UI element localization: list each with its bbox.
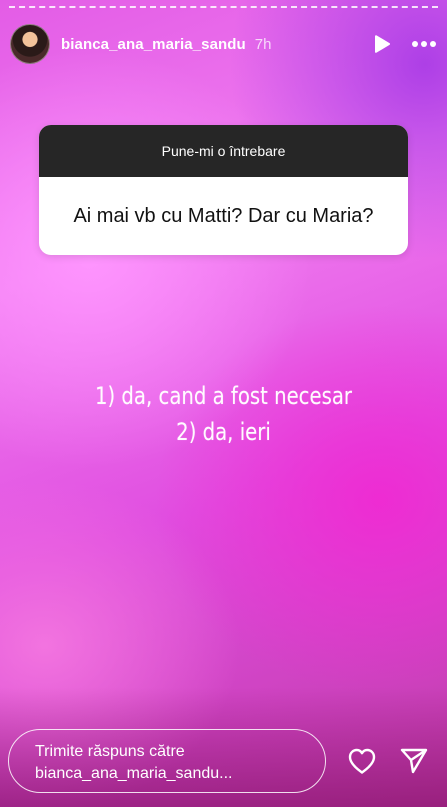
post-time: 7h [254, 35, 272, 53]
question-sticker-title: Pune-mi o întrebare [39, 125, 408, 177]
answer-line-1: 1) da, cand a fost necesar [94, 382, 353, 410]
reply-placeholder-line-1: Trimite răspuns către [35, 743, 185, 760]
story-header: bianca_ana_maria_sandu 7h [10, 20, 437, 68]
profile-avatar[interactable] [10, 24, 50, 64]
answer-text: 1) da, cand a fost necesar 2) da, ieri [40, 378, 407, 450]
username[interactable]: bianca_ana_maria_sandu [61, 36, 246, 53]
play-icon [375, 35, 390, 53]
question-sticker[interactable]: Pune-mi o întrebare Ai mai vb cu Matti? … [39, 125, 408, 255]
reply-input[interactable]: Trimite răspuns către bianca_ana_maria_s… [8, 729, 326, 793]
play-button[interactable] [371, 33, 393, 55]
more-options-icon [412, 41, 436, 47]
question-text: Ai mai vb cu Matti? Dar cu Maria? [73, 204, 374, 227]
send-button[interactable] [398, 745, 430, 777]
answer-line-2: 2) da, ieri [176, 418, 271, 446]
like-button[interactable] [346, 745, 378, 777]
more-options-button[interactable] [411, 33, 437, 55]
story-viewer[interactable]: bianca_ana_maria_sandu 7h Pune-mi o într… [0, 0, 447, 807]
send-icon [400, 748, 428, 774]
heart-icon [348, 748, 376, 774]
story-progress-bar [9, 6, 438, 10]
reply-placeholder-line-2: bianca_ana_maria_sandu... [35, 765, 233, 782]
